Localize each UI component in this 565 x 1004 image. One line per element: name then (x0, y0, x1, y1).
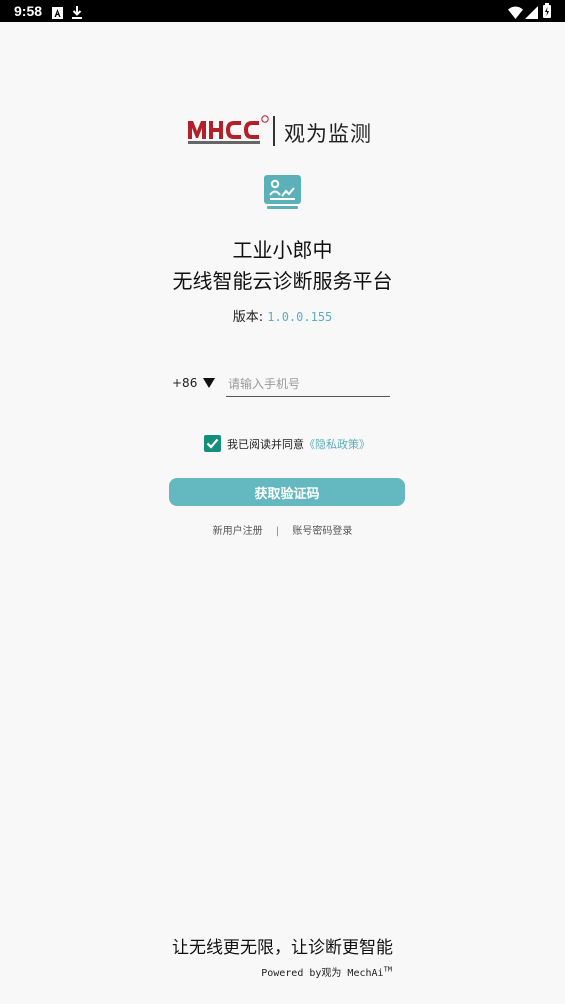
trademark: TM (383, 965, 392, 974)
version-info: 版本: 1.0.0.155 (0, 306, 565, 325)
download-icon (71, 4, 83, 23)
country-code-selector[interactable]: +86 (172, 376, 216, 390)
powered-by: Powered by观为 MechAiTM (261, 964, 392, 979)
check-icon (206, 438, 219, 449)
powered-by-text: Powered by观为 MechAi (261, 968, 384, 979)
a-icon (52, 4, 63, 23)
brand-logo: 观为监测 (0, 113, 565, 149)
version-label: 版本: (232, 310, 264, 325)
country-code: +86 (172, 376, 198, 390)
privacy-policy-link[interactable]: 《隐私政策》 (304, 436, 370, 452)
wifi-icon (508, 4, 523, 23)
app-icon (264, 175, 301, 215)
register-link[interactable]: 新用户注册 (213, 526, 263, 537)
auth-links: 新用户注册 | 账号密码登录 (0, 522, 565, 537)
footer-slogan: 让无线更无限，让诊断更智能 (172, 938, 393, 958)
logo-divider (273, 116, 275, 146)
signal-icon (525, 4, 538, 23)
app-title-line2: 无线智能云诊断服务平台 (172, 269, 393, 293)
agree-checkbox[interactable] (204, 435, 221, 452)
agree-text: 我已阅读并同意 (227, 437, 304, 451)
logo-tagline: 观为监测 (284, 122, 372, 146)
password-login-link[interactable]: 账号密码登录 (292, 526, 352, 537)
link-separator: | (275, 526, 280, 537)
version-number: 1.0.0.155 (267, 310, 333, 324)
status-bar: 9:58 (0, 0, 565, 22)
get-code-button[interactable]: 获取验证码 (169, 478, 405, 506)
status-time: 9:58 (14, 3, 43, 19)
battery-icon (543, 3, 551, 22)
privacy-agreement: 我已阅读并同意 《隐私政策》 (204, 435, 370, 452)
mhcc-logo (188, 115, 269, 144)
app-title-line1: 工业小郎中 (232, 238, 333, 262)
dropdown-triangle-icon (203, 378, 216, 388)
phone-input[interactable] (226, 372, 390, 397)
